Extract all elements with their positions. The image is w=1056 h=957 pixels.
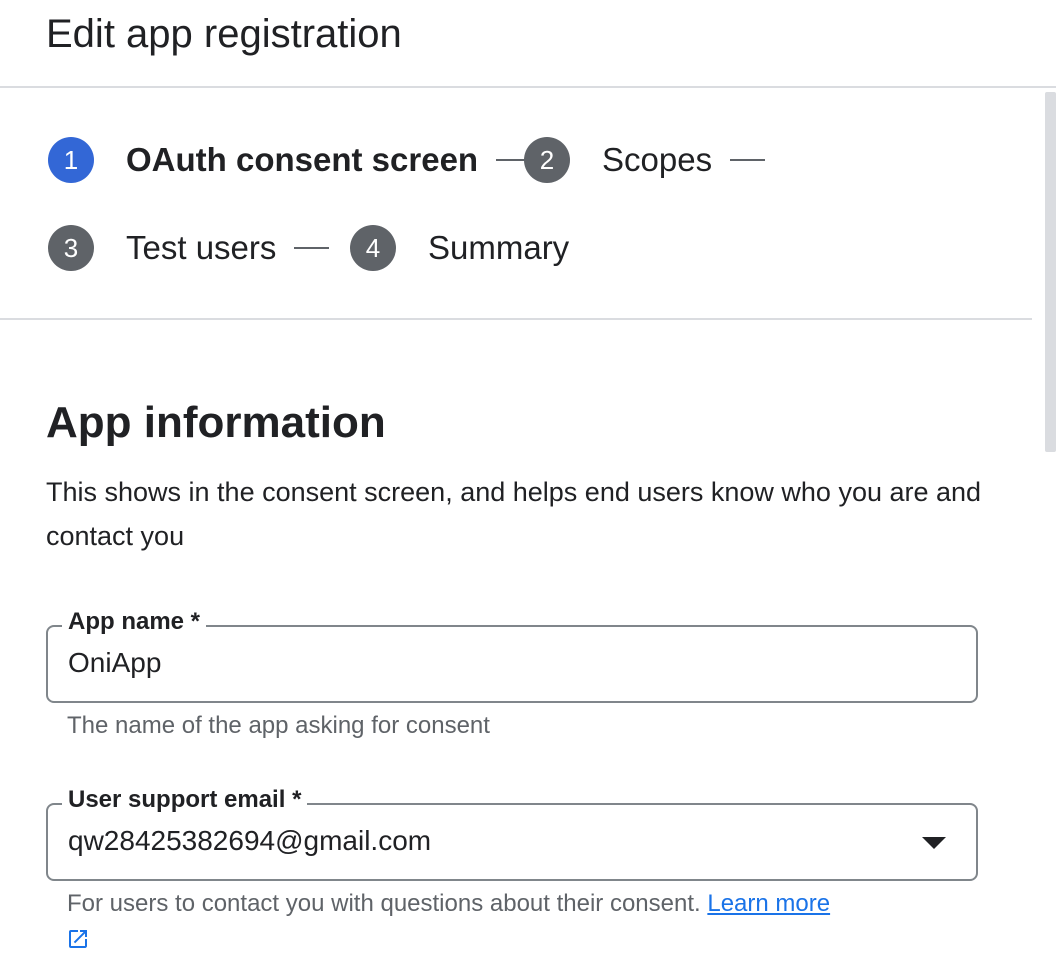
step-number-3: 3 bbox=[48, 225, 94, 271]
step-separator bbox=[730, 159, 766, 161]
support-email-select[interactable]: User support email * qw28425382694@gmail… bbox=[46, 786, 978, 881]
arrow-drop-down-icon[interactable] bbox=[922, 837, 946, 849]
step-number-2: 2 bbox=[524, 137, 570, 183]
step-oauth-consent-screen[interactable]: 1 OAuth consent screen bbox=[48, 137, 532, 183]
app-name-helper: The name of the app asking for consent bbox=[67, 712, 490, 739]
step-label: OAuth consent screen bbox=[126, 141, 479, 178]
step-test-users[interactable]: 3 Test users bbox=[48, 225, 330, 271]
scrollbar-thumb[interactable] bbox=[1045, 92, 1056, 452]
support-email-helper-text: For users to contact you with questions … bbox=[67, 890, 701, 917]
app-name-input[interactable]: OniApp bbox=[68, 647, 161, 679]
step-scopes[interactable]: 2 Scopes bbox=[524, 137, 766, 183]
learn-more-link[interactable]: Learn more bbox=[707, 890, 830, 917]
app-name-field[interactable]: App name * OniApp bbox=[46, 608, 978, 703]
step-separator bbox=[294, 247, 330, 249]
app-name-label: App name * bbox=[62, 608, 207, 636]
step-label: Scopes bbox=[602, 141, 713, 178]
support-email-label: User support email * bbox=[62, 786, 308, 814]
section-description: This shows in the consent screen, and he… bbox=[46, 477, 982, 551]
open-in-new-icon[interactable] bbox=[66, 927, 90, 951]
step-label: Summary bbox=[428, 229, 570, 266]
step-summary[interactable]: 4 Summary bbox=[350, 225, 569, 271]
section-title: App information bbox=[46, 398, 386, 447]
step-label: Test users bbox=[126, 229, 277, 266]
page-header: Edit app registration bbox=[0, 0, 1056, 88]
stepper: 1 OAuth consent screen 2 Scopes 3 Test u… bbox=[0, 90, 1032, 320]
support-email-helper: For users to contact you with questions … bbox=[67, 890, 830, 918]
support-email-value: qw28425382694@gmail.com bbox=[68, 825, 432, 856]
step-number-4: 4 bbox=[350, 225, 396, 271]
step-number-1: 1 bbox=[48, 137, 94, 183]
page-title: Edit app registration bbox=[46, 12, 402, 56]
